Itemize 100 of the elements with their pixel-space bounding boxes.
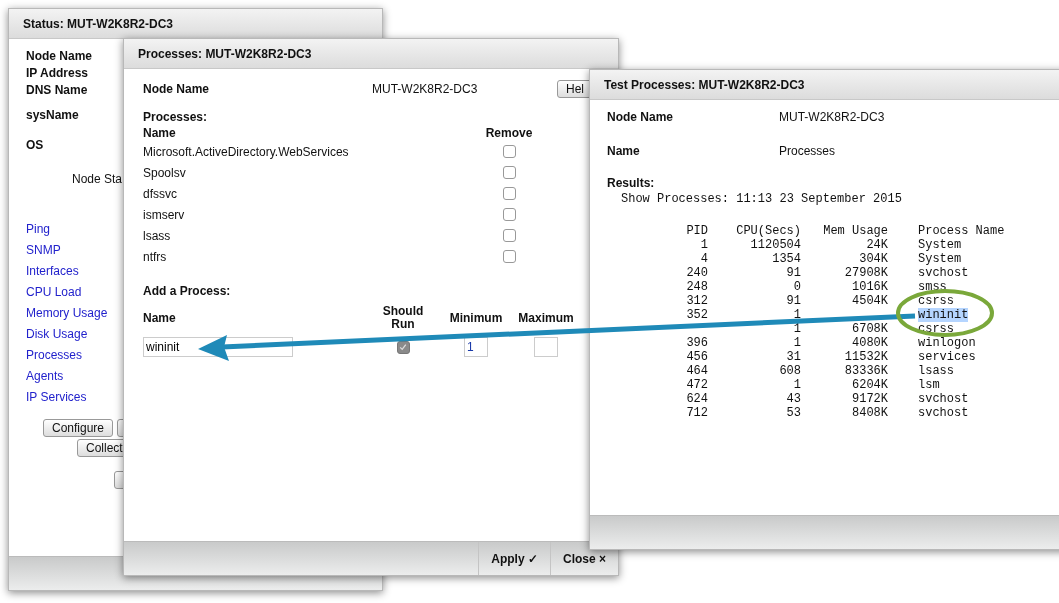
table-cell: 0: [793, 280, 801, 294]
column-header: Name: [143, 125, 177, 140]
table-cell: 1016K: [852, 280, 888, 294]
minimum-input[interactable]: 1: [464, 337, 488, 357]
field-label: Node Name: [607, 109, 675, 125]
process-name: dfssvc: [143, 186, 178, 201]
table-cell: 240: [686, 266, 708, 280]
table-cell: 624: [686, 392, 708, 406]
window-title: Status: MUT-W2K8R2-DC3: [23, 16, 173, 31]
process-name: ismserv: [143, 207, 186, 222]
table-cell: 712: [686, 406, 708, 420]
remove-checkbox[interactable]: [502, 250, 516, 263]
table-cell: 4080K: [852, 336, 888, 350]
table-cell: 91: [786, 294, 801, 308]
table-cell: 1: [793, 322, 801, 336]
table-cell: 1: [793, 336, 801, 350]
table-cell: 27908K: [844, 266, 888, 280]
column-header: Process Name: [917, 224, 1006, 238]
configure-button[interactable]: Configure: [43, 419, 114, 437]
table-cell: 24K: [866, 238, 888, 252]
column-header: Should Run: [381, 305, 425, 331]
table-cell: 396: [686, 336, 708, 350]
table-cell: wininit: [918, 308, 969, 322]
process-name: lsass: [143, 228, 172, 243]
table-cell: 304K: [859, 252, 888, 266]
table-cell: 608: [779, 364, 801, 378]
table-cell: 53: [786, 406, 801, 420]
results-summary: Show Processes: 11:13 23 September 2015: [621, 192, 903, 206]
table-cell: System: [918, 238, 962, 252]
column-header: Minimum: [448, 311, 504, 325]
table-cell: System: [918, 252, 962, 266]
remove-checkbox[interactable]: [502, 166, 516, 179]
table-cell: winlogon: [918, 336, 976, 350]
column-header: Name: [143, 311, 177, 325]
apply-button[interactable]: Apply ✓: [478, 542, 550, 575]
table-cell: 472: [686, 378, 708, 392]
checkmark-icon: [399, 343, 407, 351]
section-heading: Add a Process:: [143, 284, 232, 298]
column-header: Remove: [484, 125, 534, 140]
maximum-input[interactable]: [534, 337, 558, 357]
table-cell: 9172K: [852, 392, 888, 406]
table-cell: svchost: [918, 392, 969, 406]
table-cell: 1354: [772, 252, 801, 266]
table-cell: 8408K: [852, 406, 888, 420]
table-cell: 1120504: [750, 238, 801, 252]
table-cell: lsm: [918, 378, 940, 392]
table-cell: 1: [793, 308, 801, 322]
table-cell: 248: [686, 280, 708, 294]
table-cell: 352: [686, 308, 708, 322]
remove-checkbox[interactable]: [502, 145, 516, 158]
field-label: sysName: [26, 107, 79, 124]
field-value: Processes: [779, 143, 837, 159]
table-cell: 1: [700, 238, 708, 252]
table-cell: 31: [786, 350, 801, 364]
table-cell: 83336K: [844, 364, 888, 378]
process-name: ntfrs: [143, 249, 168, 264]
table-cell: svchost: [918, 266, 969, 280]
table-cell: csrss: [918, 294, 954, 308]
nav-link[interactable]: Ping: [26, 219, 51, 240]
table-cell: 6204K: [852, 378, 888, 392]
table-cell: 4504K: [852, 294, 888, 308]
table-cell: 43: [786, 392, 801, 406]
table-cell: 456: [686, 350, 708, 364]
column-header: Mem Usage: [822, 224, 888, 238]
nav-link[interactable]: CPU Load: [26, 282, 82, 303]
remove-checkbox[interactable]: [502, 229, 516, 242]
column-header: PID: [685, 224, 708, 238]
nav-link[interactable]: Memory Usage: [26, 303, 108, 324]
column-header: CPU(Secs): [735, 224, 801, 238]
field-label: Node Name: [26, 48, 93, 65]
nav-link[interactable]: Disk Usage: [26, 324, 88, 345]
field-label: DNS Name: [26, 82, 88, 99]
field-label: Node Sta: [72, 172, 123, 186]
nav-link[interactable]: Interfaces: [26, 261, 79, 282]
field-label: IP Address: [26, 65, 89, 82]
field-value: MUT-W2K8R2-DC3: [779, 109, 886, 125]
process-name: Spoolsv: [143, 165, 187, 180]
table-cell: lsass: [918, 364, 954, 378]
table-cell: 464: [686, 364, 708, 378]
section-heading: Results:: [607, 176, 656, 190]
nav-link[interactable]: Agents: [26, 366, 64, 387]
table-cell: 91: [786, 266, 801, 280]
table-cell: 4: [700, 252, 708, 266]
table-cell: smss: [918, 280, 947, 294]
table-cell: 312: [686, 294, 708, 308]
table-cell: services: [918, 350, 976, 364]
field-label: Node Name: [143, 82, 211, 96]
nav-link[interactable]: IP Services: [26, 387, 87, 408]
process-name: Microsoft.ActiveDirectory.WebServices: [143, 144, 350, 159]
table-cell: svchost: [918, 406, 969, 420]
nav-link[interactable]: Processes: [26, 345, 83, 366]
window-title: Processes: MUT-W2K8R2-DC3: [138, 46, 312, 61]
table-cell: 6708K: [852, 322, 888, 336]
remove-checkbox[interactable]: [502, 208, 516, 221]
nav-link[interactable]: SNMP: [26, 240, 61, 261]
field-value: MUT-W2K8R2-DC3: [372, 82, 479, 96]
table-cell: 1: [793, 378, 801, 392]
window-title: Test Processes: MUT-W2K8R2-DC3: [604, 77, 805, 92]
remove-checkbox[interactable]: [502, 187, 516, 200]
table-cell: 11532K: [844, 350, 888, 364]
